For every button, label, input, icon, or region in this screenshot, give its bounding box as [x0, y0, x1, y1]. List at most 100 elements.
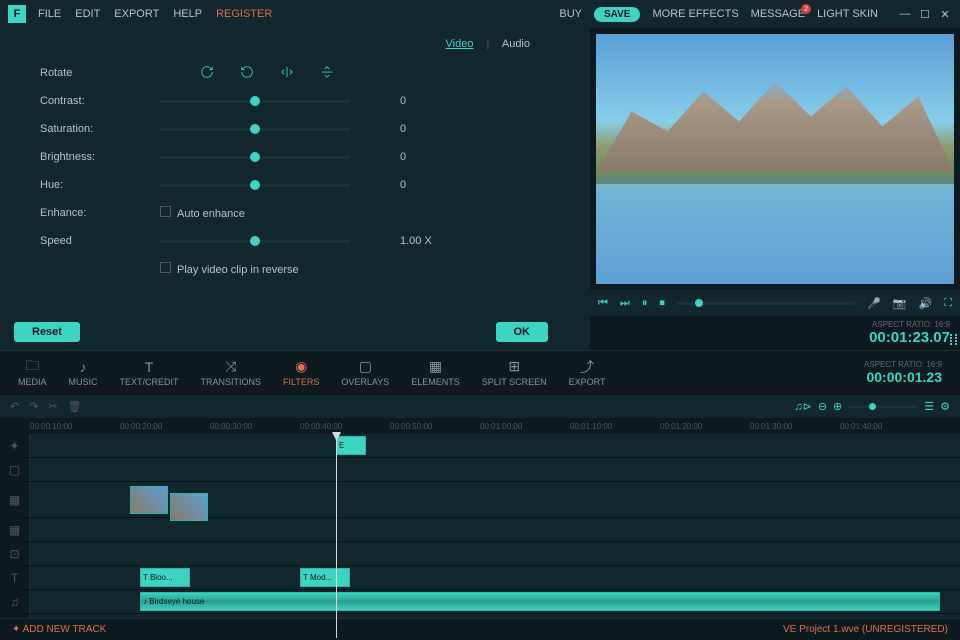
hue-value: 0	[400, 179, 450, 191]
tab-video[interactable]: Video	[446, 38, 474, 50]
playhead[interactable]	[336, 434, 337, 638]
top-menu-bar: F FILE EDIT EXPORT HELP REGISTER BUY SAV…	[0, 0, 960, 28]
tool-text[interactable]: TTEXT/CREDIT	[110, 357, 189, 389]
reverse-checkbox[interactable]	[160, 262, 171, 273]
speed-slider[interactable]	[160, 240, 350, 243]
tab-audio[interactable]: Audio	[502, 38, 530, 50]
undo-icon[interactable]: ↶	[10, 400, 19, 413]
close-button[interactable]: ✕	[938, 8, 952, 21]
contrast-label: Contrast:	[40, 95, 140, 107]
flip-vertical-icon[interactable]	[320, 65, 336, 81]
fullscreen-icon[interactable]: ⛶	[944, 297, 952, 310]
tool-export[interactable]: ⤴EXPORT	[559, 357, 616, 389]
timeline-tracks: ✦ E ▢ ▦ ▦ ⊡ T T Bloo... T Mod... ♫ ♪ Birdsey…	[0, 434, 960, 638]
buy-link[interactable]: BUY	[559, 8, 582, 20]
pause-icon[interactable]: ⏸	[642, 297, 648, 310]
flip-horizontal-icon[interactable]	[280, 65, 296, 81]
maximize-button[interactable]: ☐	[918, 8, 932, 21]
menu-export[interactable]: EXPORT	[114, 8, 159, 20]
resize-handle[interactable]	[950, 334, 958, 345]
video-track-1-icon[interactable]: ▦	[0, 482, 30, 517]
saturation-slider[interactable]	[160, 128, 350, 131]
tool-filters[interactable]: ◉FILTERS	[273, 357, 329, 389]
aspect-ratio-2: ASPECT RATIO: 16:9	[864, 360, 942, 369]
saturation-label: Saturation:	[40, 123, 140, 135]
volume-icon[interactable]: 🔊	[919, 297, 933, 310]
tool-elements[interactable]: ▦ELEMENTS	[401, 357, 470, 389]
text-clip-2[interactable]: T Mod...	[300, 568, 350, 586]
video-clip-2[interactable]	[170, 493, 208, 521]
filters-icon: ◉	[293, 359, 309, 375]
tools-toolbar: 🗀MEDIA ♪MUSIC TTEXT/CREDIT ⤨TRANSITIONS …	[0, 350, 960, 394]
brightness-label: Brightness:	[40, 151, 140, 163]
message-badge: 2	[801, 4, 811, 14]
timeline-ruler[interactable]: 00:00:10:0000:00:20:0000:00:30:0000:00:4…	[0, 418, 960, 434]
save-button[interactable]: SAVE	[594, 7, 641, 22]
timeline-controls: ↶ ↷ ✂ 🗑 ♫⊳ ⊖ ⊕ ☰ ⚙	[0, 394, 960, 418]
preview-progress[interactable]	[677, 302, 855, 305]
delete-icon[interactable]: 🗑	[68, 400, 82, 413]
hue-slider[interactable]	[160, 184, 350, 187]
snapshot-icon[interactable]: 📷	[893, 297, 907, 310]
next-frame-icon[interactable]: ⏭	[620, 297, 630, 310]
preview-panel: ⏮ ⏭ ⏸ ⏹ 🎤 📷 🔊 ⛶ ASPECT RATIO: 16:9 00:01…	[590, 28, 960, 350]
effect-track-icon[interactable]: ✦	[0, 434, 30, 457]
rotate-ccw-icon[interactable]	[240, 65, 256, 81]
text-clip-1[interactable]: T Bloo...	[140, 568, 190, 586]
contrast-slider[interactable]	[160, 100, 350, 103]
menu-edit[interactable]: EDIT	[75, 8, 100, 20]
minimize-button[interactable]: —	[898, 8, 912, 21]
audio-track-1-icon[interactable]: ♫	[0, 590, 30, 613]
settings-icon[interactable]: ⚙	[940, 400, 950, 413]
timecode-1: 00:01:23.07	[600, 329, 950, 346]
text-icon: T	[141, 359, 157, 375]
add-new-track-button[interactable]: ✦ ADD NEW TRACK	[12, 624, 106, 635]
ok-button[interactable]: OK	[496, 322, 549, 342]
tool-split[interactable]: ⊞SPLIT SCREEN	[472, 357, 557, 389]
app-logo: F	[8, 5, 26, 23]
edit-panel: Video | Audio Rotate Contrast:0 Saturati…	[0, 28, 590, 350]
effect-clip[interactable]: E	[336, 436, 366, 454]
hue-label: Hue:	[40, 179, 140, 191]
cut-icon[interactable]: ✂	[48, 400, 57, 413]
light-skin-link[interactable]: LIGHT SKIN	[817, 8, 878, 20]
menu-help[interactable]: HELP	[173, 8, 202, 20]
elements-icon: ▦	[428, 359, 444, 375]
transitions-icon: ⤨	[223, 359, 239, 375]
zoom-in-icon[interactable]: ⊕	[833, 400, 842, 413]
reset-button[interactable]: Reset	[14, 322, 80, 342]
overlay-track-icon[interactable]: ▢	[0, 458, 30, 481]
tool-transitions[interactable]: ⤨TRANSITIONS	[191, 357, 272, 389]
stop-icon[interactable]: ⏹	[659, 297, 665, 310]
zoom-slider[interactable]	[848, 406, 918, 408]
export-icon: ⤴	[579, 359, 595, 375]
menu-register[interactable]: REGISTER	[216, 8, 272, 20]
message-link[interactable]: MESSAGE2	[751, 8, 805, 20]
project-name: VE Project 1.wve (UNREGISTERED)	[783, 624, 948, 635]
prev-frame-icon[interactable]: ⏮	[598, 297, 608, 310]
enhance-label: Enhance:	[40, 207, 140, 219]
video-clip-1[interactable]	[130, 486, 168, 514]
menu-file[interactable]: FILE	[38, 8, 61, 20]
saturation-value: 0	[400, 123, 450, 135]
more-effects-link[interactable]: MORE EFFECTS	[652, 8, 738, 20]
pip-track-icon[interactable]: ⊡	[0, 542, 30, 565]
tool-overlays[interactable]: ▢OVERLAYS	[331, 357, 399, 389]
mic-icon[interactable]: 🎤	[867, 297, 881, 310]
audio-clip[interactable]: ♪ Birdseye house	[140, 592, 940, 610]
auto-enhance-checkbox[interactable]	[160, 206, 171, 217]
tool-music[interactable]: ♪MUSIC	[59, 357, 108, 389]
rotate-cw-icon[interactable]	[200, 65, 216, 81]
preview-image	[596, 34, 954, 284]
brightness-slider[interactable]	[160, 156, 350, 159]
rotate-label: Rotate	[40, 67, 140, 79]
text-track-icon[interactable]: T	[0, 566, 30, 589]
aspect-ratio-1: ASPECT RATIO: 16:9	[600, 320, 950, 329]
contrast-value: 0	[400, 95, 450, 107]
list-icon[interactable]: ☰	[924, 400, 934, 413]
redo-icon[interactable]: ↷	[29, 400, 38, 413]
zoom-out-icon[interactable]: ⊖	[818, 400, 827, 413]
marker-icon[interactable]: ♫⊳	[794, 400, 811, 413]
video-track-2-icon[interactable]: ▦	[0, 518, 30, 541]
tool-media[interactable]: 🗀MEDIA	[8, 357, 57, 389]
